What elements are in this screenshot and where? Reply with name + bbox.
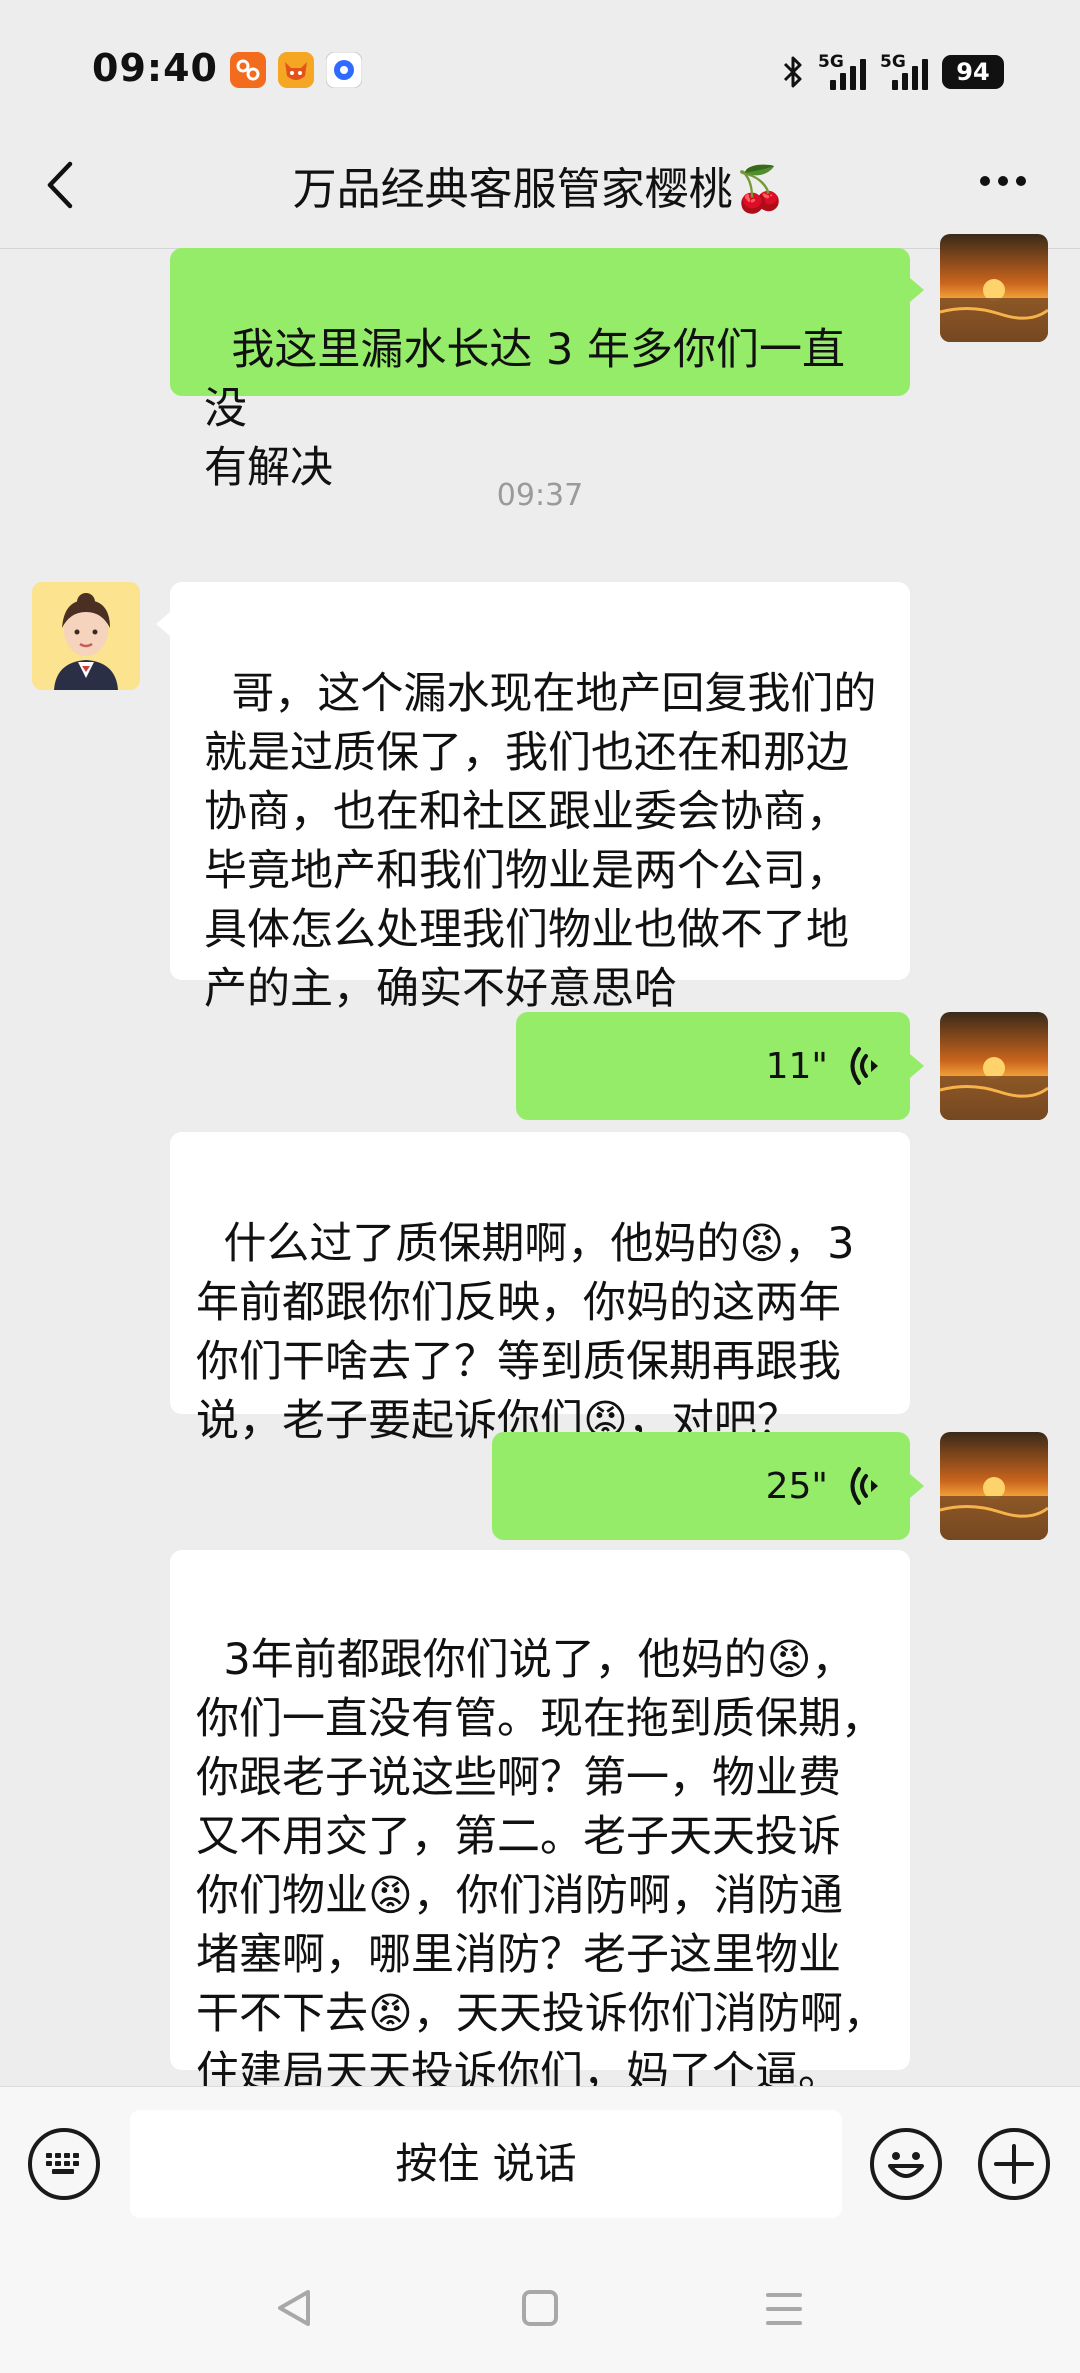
bubble-tail bbox=[910, 1054, 924, 1078]
signal-bars-icon bbox=[830, 59, 866, 90]
chevron-left-icon[interactable] bbox=[40, 160, 80, 210]
voice-transcript-bubble[interactable]: 什么过了质保期啊，他妈的😡，3 年前都跟你们反映，你妈的这两年 你们干啥去了？等… bbox=[170, 1132, 910, 1446]
voice-duration: 25" bbox=[765, 1465, 828, 1507]
my-avatar[interactable] bbox=[940, 1432, 1048, 1540]
system-menu-icon[interactable] bbox=[764, 2290, 804, 2328]
hold-to-talk-button[interactable]: 按住 说话 bbox=[130, 2110, 842, 2218]
voice-wave-icon bbox=[850, 1047, 878, 1085]
voice-duration: 11" bbox=[765, 1045, 828, 1087]
signal-5g-1: 5G bbox=[818, 52, 866, 92]
signal-bars-icon bbox=[892, 59, 928, 90]
voice-wave-icon bbox=[850, 1467, 878, 1505]
keyboard-button[interactable] bbox=[28, 2128, 100, 2200]
transcript-text: 3年前都跟你们说了，他妈的😡， 你们一直没有管。现在拖到质保期， 你跟老子说这些… bbox=[196, 1635, 886, 2098]
chat-title: 万品经典客服管家樱桃🍒 bbox=[292, 164, 788, 215]
plus-button[interactable] bbox=[978, 2128, 1050, 2200]
sent-voice-message[interactable]: 11" bbox=[516, 1012, 910, 1120]
fox-app-icon bbox=[278, 52, 314, 88]
message-timestamp: 09:37 bbox=[496, 478, 584, 513]
message-text: 哥，这个漏水现在地产回复我们的 就是过质保了，我们也还在和那边 协商，也在和社区… bbox=[204, 669, 877, 1014]
status-time: 09:40 bbox=[92, 46, 218, 90]
battery-indicator: 94 bbox=[942, 55, 1004, 89]
browser-app-icon bbox=[326, 52, 362, 88]
received-message-bubble[interactable]: 哥，这个漏水现在地产回复我们的 就是过质保了，我们也还在和那边 协商，也在和社区… bbox=[170, 582, 910, 1014]
voice-transcript-bubble[interactable]: 3年前都跟你们说了，他妈的😡， 你们一直没有管。现在拖到质保期， 你跟老子说这些… bbox=[170, 1550, 910, 2098]
keyboard-icon bbox=[46, 2153, 79, 2174]
bubble-tail bbox=[910, 1474, 924, 1498]
emoji-icon bbox=[888, 2152, 924, 2178]
sent-voice-message[interactable]: 25" bbox=[492, 1432, 910, 1540]
app-notification-icon bbox=[230, 52, 266, 88]
signal-5g-2: 5G bbox=[880, 52, 928, 92]
transcript-text: 什么过了质保期啊，他妈的😡，3 年前都跟你们反映，你妈的这两年 你们干啥去了？等… bbox=[196, 1219, 855, 1446]
bubble-tail bbox=[156, 612, 170, 636]
emoji-button[interactable] bbox=[870, 2128, 942, 2200]
status-right-group: 5G 5G 94 bbox=[782, 50, 1004, 94]
sent-message-bubble[interactable]: 我这里漏水长达 3 年多你们一直没 有解决 bbox=[170, 248, 910, 493]
bluetooth-icon bbox=[783, 56, 802, 88]
bubble-tail bbox=[910, 278, 924, 302]
my-avatar[interactable] bbox=[940, 1012, 1048, 1120]
agent-avatar[interactable] bbox=[32, 582, 140, 690]
message-text: 我这里漏水长达 3 年多你们一直没 有解决 bbox=[204, 325, 846, 493]
my-avatar[interactable] bbox=[940, 234, 1048, 342]
system-home-icon[interactable] bbox=[520, 2288, 560, 2328]
system-back-icon[interactable] bbox=[274, 2286, 314, 2330]
plus-icon bbox=[994, 2144, 1034, 2184]
more-dots-icon[interactable] bbox=[978, 174, 1028, 188]
